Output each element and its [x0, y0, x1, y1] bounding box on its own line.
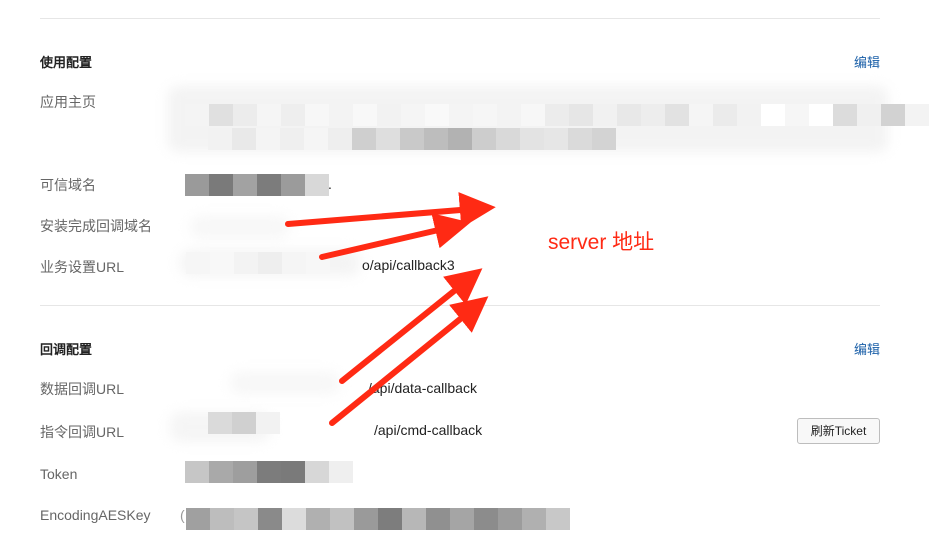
arrow-from-install-domain [285, 192, 496, 228]
server-address-annotation: server 地址 [548, 231, 655, 254]
annotation-arrows [285, 192, 496, 426]
arrow-from-business-url [319, 213, 471, 260]
arrow-from-cmd-callback [329, 296, 489, 426]
